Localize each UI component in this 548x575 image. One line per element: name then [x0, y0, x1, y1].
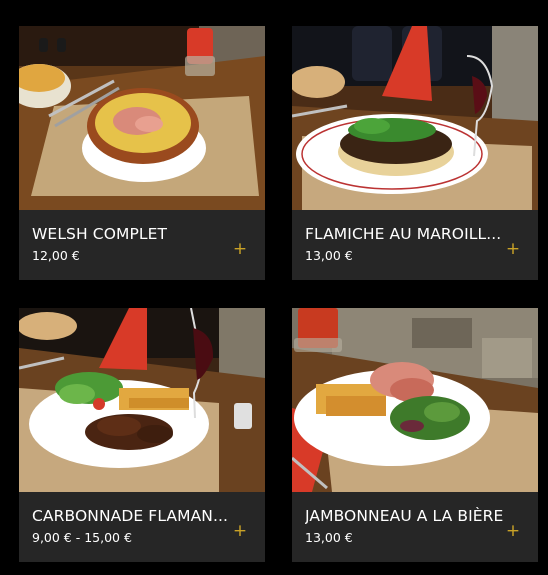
- dish-price: 9,00 € - 15,00 €: [32, 530, 132, 545]
- dish-price: 13,00 €: [305, 248, 353, 263]
- carbonnade-photo-image: [19, 308, 265, 492]
- menu-card-jambonneau[interactable]: JAMBONNEAU A LA BIÈRE 13,00 € +: [292, 308, 538, 562]
- flamiche-photo-image: [292, 26, 538, 210]
- menu-card-welsh-complet[interactable]: WELSH COMPLET 12,00 € +: [19, 26, 265, 280]
- welsh-photo-image: [19, 26, 265, 210]
- dish-photo[interactable]: [19, 308, 265, 492]
- plus-icon[interactable]: +: [231, 522, 249, 540]
- dish-price: 12,00 €: [32, 248, 80, 263]
- dish-photo[interactable]: [19, 26, 265, 210]
- plus-icon[interactable]: +: [231, 240, 249, 258]
- plus-icon[interactable]: +: [504, 522, 522, 540]
- jambonneau-photo-image: [292, 308, 538, 492]
- card-info: JAMBONNEAU A LA BIÈRE 13,00 € +: [292, 492, 538, 562]
- dish-name[interactable]: JAMBONNEAU A LA BIÈRE: [305, 507, 505, 525]
- plus-icon[interactable]: +: [504, 240, 522, 258]
- dish-photo[interactable]: [292, 26, 538, 210]
- menu-card-flamiche[interactable]: FLAMICHE AU MAROILL... 13,00 € +: [292, 26, 538, 280]
- dish-name[interactable]: FLAMICHE AU MAROILL...: [305, 225, 505, 243]
- dish-name[interactable]: WELSH COMPLET: [32, 225, 232, 243]
- menu-grid: WELSH COMPLET 12,00 € + FLAMICHE AU MARO…: [0, 0, 548, 575]
- card-info: WELSH COMPLET 12,00 € +: [19, 210, 265, 280]
- dish-photo[interactable]: [292, 308, 538, 492]
- dish-name[interactable]: CARBONNADE FLAMAN...: [32, 507, 232, 525]
- card-info: FLAMICHE AU MAROILL... 13,00 € +: [292, 210, 538, 280]
- dish-price: 13,00 €: [305, 530, 353, 545]
- menu-card-carbonnade[interactable]: CARBONNADE FLAMAN... 9,00 € - 15,00 € +: [19, 308, 265, 562]
- card-info: CARBONNADE FLAMAN... 9,00 € - 15,00 € +: [19, 492, 265, 562]
